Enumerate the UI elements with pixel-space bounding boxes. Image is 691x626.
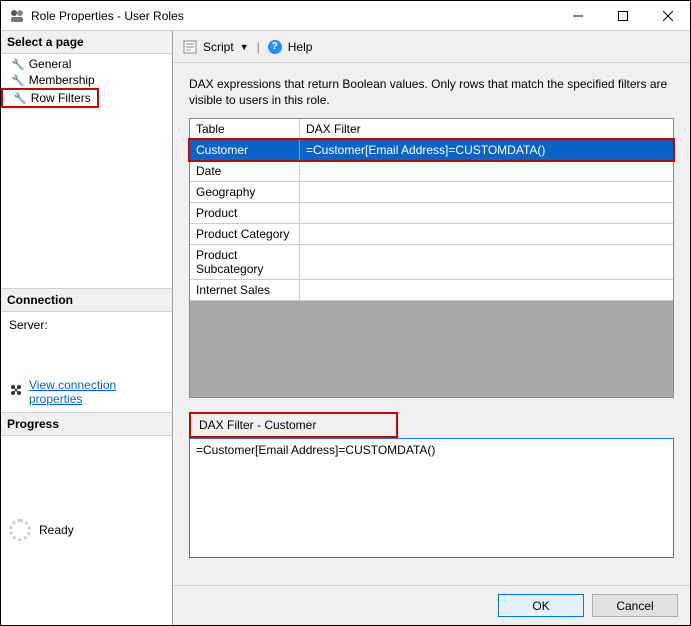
- wrench-icon: 🔧: [11, 74, 25, 87]
- wrench-icon: 🔧: [11, 58, 25, 71]
- dax-filter-text: =Customer[Email Address]=CUSTOMDATA(): [196, 443, 435, 457]
- cell-filter: [300, 280, 673, 300]
- column-header-table[interactable]: Table: [190, 119, 300, 139]
- table-row[interactable]: Product Subcategory: [190, 245, 673, 280]
- progress-spinner-icon: [9, 519, 31, 541]
- cell-filter: [300, 245, 673, 279]
- table-row[interactable]: Date: [190, 161, 673, 182]
- ok-button[interactable]: OK: [498, 594, 584, 617]
- table-row[interactable]: Customer =Customer[Email Address]=CUSTOM…: [190, 140, 673, 161]
- script-dropdown[interactable]: ▼: [240, 42, 249, 52]
- table-row[interactable]: Internet Sales: [190, 280, 673, 301]
- cell-table: Geography: [190, 182, 300, 202]
- help-button[interactable]: Help: [288, 40, 313, 54]
- table-row[interactable]: Product: [190, 203, 673, 224]
- dax-filter-input[interactable]: =Customer[Email Address]=CUSTOMDATA(): [189, 438, 674, 558]
- cell-table: Product: [190, 203, 300, 223]
- sidebar-item-label: Membership: [29, 73, 95, 87]
- cell-table: Internet Sales: [190, 280, 300, 300]
- sidebar-item-label: Row Filters: [31, 91, 91, 105]
- maximize-button[interactable]: [600, 1, 645, 30]
- close-button[interactable]: [645, 1, 690, 30]
- table-row[interactable]: Product Category: [190, 224, 673, 245]
- progress-header: Progress: [1, 412, 172, 436]
- help-icon: ?: [268, 40, 282, 54]
- grid-empty-area: [190, 301, 673, 397]
- role-icon: [9, 8, 25, 24]
- cell-filter: [300, 224, 673, 244]
- titlebar[interactable]: Role Properties - User Roles: [1, 1, 690, 31]
- description-text: DAX expressions that return Boolean valu…: [189, 77, 674, 108]
- cancel-button[interactable]: Cancel: [592, 594, 678, 617]
- sidebar-item-membership[interactable]: 🔧 Membership: [1, 72, 172, 88]
- table-row[interactable]: Geography: [190, 182, 673, 203]
- cell-table: Date: [190, 161, 300, 181]
- wrench-icon: 🔧: [13, 92, 27, 105]
- cell-filter: [300, 182, 673, 202]
- dialog-footer: OK Cancel: [173, 585, 690, 625]
- server-label: Server:: [9, 318, 164, 332]
- connection-icon: [9, 383, 23, 400]
- sidebar: Select a page 🔧 General 🔧 Membership 🔧 R…: [1, 31, 173, 625]
- cell-filter: =Customer[Email Address]=CUSTOMDATA(): [300, 140, 673, 160]
- sidebar-item-label: General: [29, 57, 72, 71]
- sidebar-item-general[interactable]: 🔧 General: [1, 56, 172, 72]
- cell-table: Product Subcategory: [190, 245, 300, 279]
- window-title: Role Properties - User Roles: [31, 9, 555, 23]
- progress-status: Ready: [39, 523, 74, 537]
- cell-table: Customer: [190, 140, 300, 160]
- cell-filter: [300, 203, 673, 223]
- minimize-button[interactable]: [555, 1, 600, 30]
- sidebar-item-row-filters[interactable]: 🔧 Row Filters: [1, 88, 99, 108]
- main-panel: Script ▼ | ? Help DAX expressions that r…: [173, 31, 690, 625]
- script-icon: [183, 40, 197, 54]
- dialog-window: Role Properties - User Roles Select a pa…: [0, 0, 691, 626]
- dax-filter-label: DAX Filter - Customer: [189, 412, 398, 438]
- view-connection-link[interactable]: View connection properties: [29, 378, 164, 406]
- script-button[interactable]: Script: [203, 40, 234, 54]
- connection-header: Connection: [1, 288, 172, 312]
- cell-table: Product Category: [190, 224, 300, 244]
- toolbar: Script ▼ | ? Help: [173, 31, 690, 63]
- column-header-dax-filter[interactable]: DAX Filter: [300, 119, 673, 139]
- filter-grid[interactable]: Table DAX Filter Customer =Customer[Emai…: [189, 118, 674, 398]
- cell-filter: [300, 161, 673, 181]
- select-page-header: Select a page: [1, 31, 172, 54]
